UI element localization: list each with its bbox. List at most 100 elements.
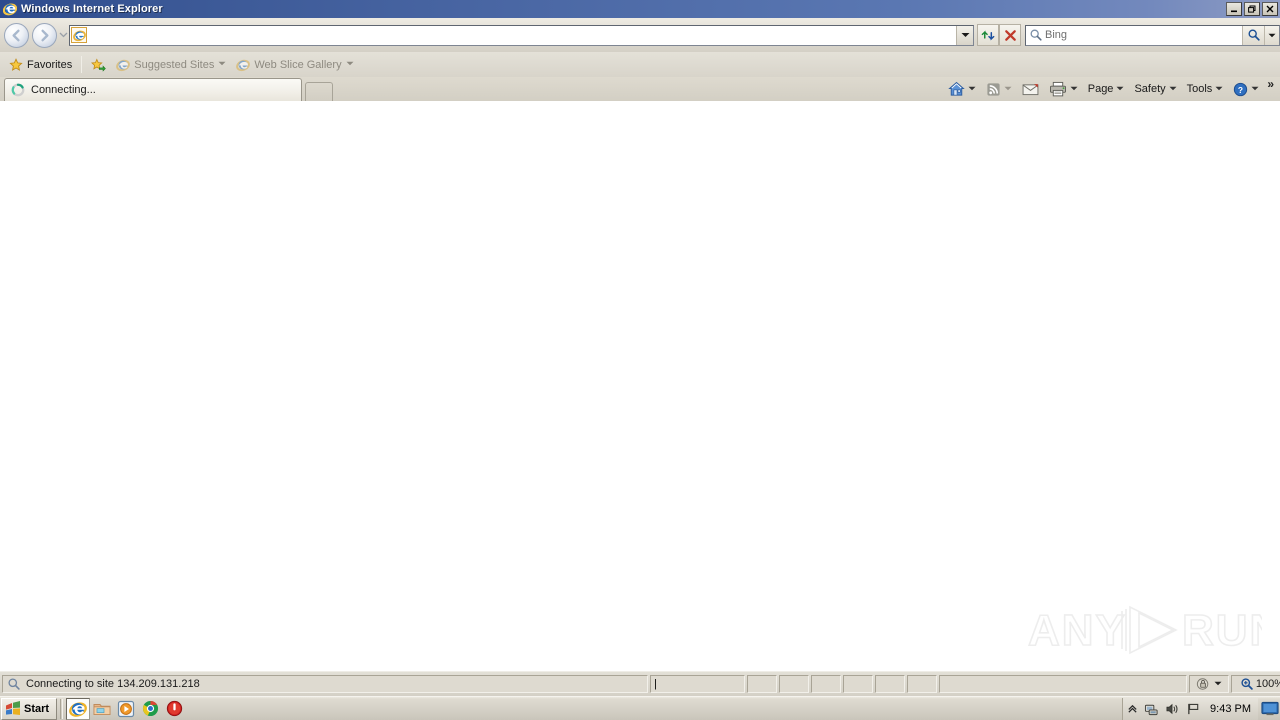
clock[interactable]: 9:43 PM [1207, 703, 1254, 715]
status-pane-7 [907, 675, 937, 693]
favorites-button[interactable]: Favorites [4, 55, 77, 75]
tools-menu-button[interactable]: Tools [1183, 79, 1228, 99]
system-tray: 9:43 PM [1122, 697, 1258, 720]
suggested-sites-button[interactable]: Suggested Sites [111, 55, 231, 75]
back-button[interactable] [4, 22, 29, 48]
taskbar-file-explorer[interactable] [90, 698, 114, 720]
ie-icon [116, 58, 131, 72]
folder-icon [93, 701, 111, 717]
close-button[interactable] [1262, 2, 1278, 16]
mail-icon [1022, 83, 1039, 96]
page-content-area[interactable]: ANY RUN [0, 101, 1280, 671]
flag-icon[interactable] [1186, 702, 1201, 716]
windows-flag-icon [5, 701, 21, 716]
restore-button[interactable] [1244, 2, 1260, 16]
window-title: Windows Internet Explorer [21, 3, 163, 15]
security-zone-pane[interactable] [939, 675, 1187, 693]
refresh-button[interactable] [977, 24, 999, 46]
add-to-favorites-bar-button[interactable] [86, 55, 111, 75]
network-icon[interactable] [1144, 702, 1159, 716]
chevron-down-icon [1251, 86, 1259, 93]
status-pane-2 [747, 675, 777, 693]
chevron-down-icon[interactable] [1070, 86, 1078, 93]
web-slice-gallery-label: Web Slice Gallery [254, 58, 342, 71]
favorites-separator [81, 56, 83, 73]
tab-title: Connecting... [31, 84, 96, 96]
red-power-icon [166, 700, 183, 717]
taskbar-internet-explorer[interactable] [66, 697, 91, 720]
tray-expand-button[interactable] [1127, 703, 1138, 714]
chevron-down-icon[interactable] [968, 86, 976, 93]
read-mail-button[interactable] [1018, 79, 1043, 99]
printer-icon [1049, 81, 1067, 97]
status-message: Connecting to site 134.209.131.218 [26, 678, 200, 690]
add-favorite-icon [91, 57, 107, 72]
safety-menu-label: Safety [1134, 83, 1166, 95]
media-player-icon [117, 700, 135, 718]
zoom-level-label: 100% [1255, 678, 1280, 690]
taskbar-stop-process[interactable] [162, 698, 186, 720]
help-menu-button[interactable]: ? [1229, 79, 1263, 99]
volume-icon[interactable] [1165, 702, 1180, 716]
chevron-down-icon[interactable] [1004, 86, 1012, 93]
star-icon [9, 57, 23, 72]
status-pane-3 [779, 675, 809, 693]
taskbar-media-player[interactable] [114, 698, 138, 720]
safety-menu-button[interactable]: Safety [1130, 79, 1180, 99]
web-slice-gallery-button[interactable]: Web Slice Gallery [231, 55, 358, 75]
navigation-toolbar: Bing [0, 18, 1280, 52]
chevron-down-icon [1116, 86, 1124, 93]
start-button[interactable]: Start [1, 697, 58, 720]
chevron-down-icon [1169, 86, 1177, 93]
status-pane-4 [811, 675, 841, 693]
address-bar[interactable] [69, 24, 974, 46]
address-input[interactable] [90, 26, 956, 44]
quick-launch-separator [60, 698, 64, 719]
show-desktop-button[interactable] [1260, 700, 1280, 718]
feed-icon [986, 82, 1001, 97]
status-pane-6 [875, 675, 905, 693]
page-menu-button[interactable]: Page [1084, 79, 1129, 99]
svg-text:ANY: ANY [1028, 606, 1127, 655]
search-box[interactable]: Bing [1025, 24, 1280, 46]
command-bar-overflow-button[interactable]: » [1265, 77, 1276, 99]
loading-icon [11, 83, 25, 97]
home-icon [948, 81, 965, 97]
zoom-control[interactable]: 100% [1231, 675, 1280, 693]
print-button[interactable] [1045, 79, 1082, 99]
zoom-in-icon [1240, 677, 1254, 691]
overflow-chevron-icon: » [1267, 77, 1274, 91]
taskbar: Start 9:43 PM [0, 696, 1280, 720]
address-dropdown-button[interactable] [956, 25, 973, 45]
taskbar-google-chrome[interactable] [138, 698, 162, 720]
svg-text:?: ? [1238, 84, 1243, 94]
address-favicon-icon [71, 27, 87, 43]
magnifier-icon [7, 677, 21, 691]
stop-button[interactable] [999, 24, 1021, 46]
page-menu-label: Page [1087, 83, 1114, 95]
start-label: Start [24, 702, 50, 715]
new-tab-button[interactable] [305, 82, 333, 101]
tab-connecting[interactable]: Connecting... [4, 78, 302, 101]
forward-button[interactable] [32, 22, 57, 48]
recent-pages-dropdown[interactable] [57, 31, 69, 40]
status-pane-5 [843, 675, 873, 693]
chevron-down-icon [1215, 86, 1223, 93]
feeds-button[interactable] [982, 79, 1016, 99]
ie-icon [236, 58, 251, 72]
favorites-label: Favorites [27, 58, 73, 71]
tab-bar: Connecting... Page Safety Tools ? » [0, 77, 1280, 101]
status-message-pane: Connecting to site 134.209.131.218 [2, 675, 648, 693]
minimize-button[interactable] [1226, 2, 1242, 16]
anyrun-watermark: ANY RUN [1026, 599, 1280, 661]
search-dropdown-button[interactable] [1264, 25, 1279, 45]
security-zone-button[interactable] [1189, 675, 1229, 693]
svg-text:RUN: RUN [1182, 606, 1262, 655]
ie-icon [2, 2, 18, 16]
suggested-sites-label: Suggested Sites [134, 58, 215, 71]
search-icon [1029, 28, 1043, 42]
search-go-button[interactable] [1242, 25, 1264, 45]
home-button[interactable] [944, 79, 980, 99]
chevron-down-icon[interactable] [1214, 681, 1222, 688]
chevron-down-icon [218, 61, 226, 68]
